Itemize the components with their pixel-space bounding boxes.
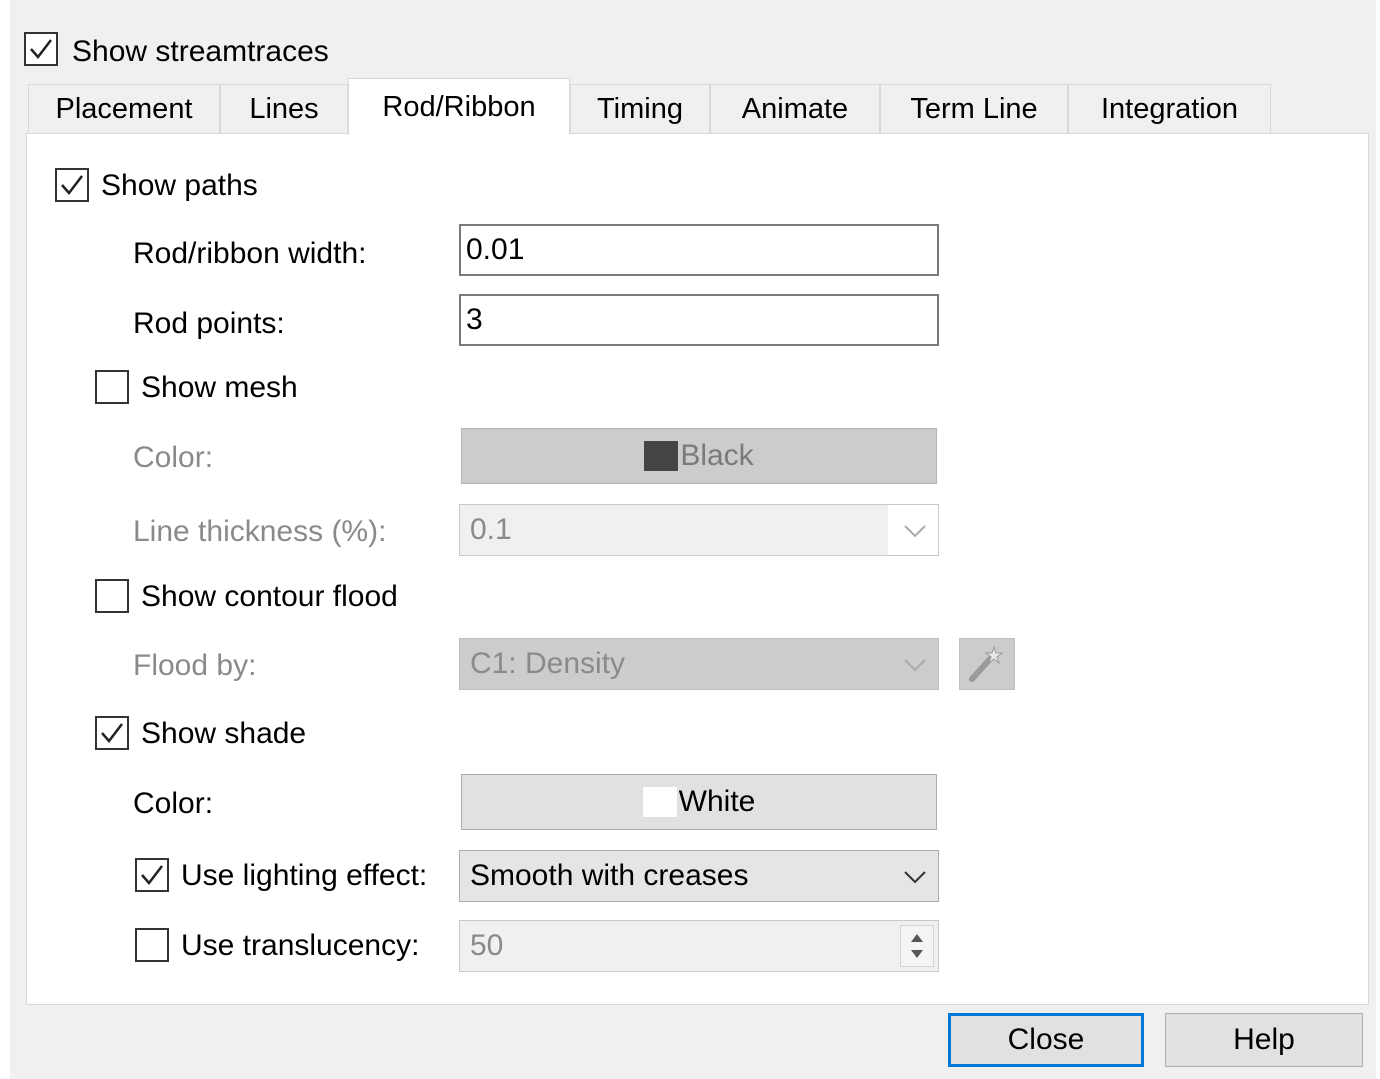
mesh-color-button[interactable]: Black (461, 428, 937, 484)
show-mesh-label: Show mesh (141, 371, 298, 404)
tab-lines[interactable]: Lines (220, 84, 348, 134)
up-down-arrows-icon (911, 934, 923, 958)
shade-color-label: Color: (133, 787, 214, 820)
use-lighting-effect-label: Use lighting effect: (181, 859, 428, 892)
color-swatch-black (644, 441, 679, 471)
show-streamtraces-label: Show streamtraces (72, 35, 329, 68)
tab-placement[interactable]: Placement (28, 84, 220, 134)
tab-integration[interactable]: Integration (1068, 84, 1271, 134)
flood-settings-button[interactable] (959, 638, 1015, 690)
show-contour-flood-checkbox[interactable] (95, 579, 129, 613)
show-contour-flood-label: Show contour flood (141, 580, 398, 613)
mesh-color-value: Black (680, 439, 754, 472)
line-thickness-label: Line thickness (%): (133, 515, 387, 548)
close-button[interactable]: Close (948, 1013, 1144, 1067)
spin-buttons[interactable] (900, 925, 934, 967)
shade-color-button[interactable]: White (461, 774, 937, 830)
mesh-color-label: Color: (133, 441, 214, 474)
use-translucency-checkbox[interactable] (135, 928, 169, 962)
flood-by-value: C1: Density (470, 647, 626, 680)
tab-term-line[interactable]: Term Line (880, 84, 1068, 134)
line-thickness-combo[interactable]: 0.1 (459, 504, 939, 556)
checkmark-icon (101, 723, 123, 743)
help-button[interactable]: Help (1165, 1013, 1363, 1067)
show-paths-checkbox[interactable] (55, 168, 89, 202)
translucency-spinbox[interactable]: 50 (459, 920, 939, 972)
checkmark-icon (30, 39, 52, 59)
tab-animate[interactable]: Animate (710, 84, 880, 134)
rod-ribbon-width-input[interactable]: 0.01 (459, 224, 939, 276)
tab-rod-ribbon[interactable]: Rod/Ribbon (348, 78, 570, 135)
magic-wand-icon (969, 645, 1004, 682)
line-thickness-value: 0.1 (470, 513, 512, 546)
chevron-down-icon (904, 871, 926, 884)
show-shade-checkbox[interactable] (95, 716, 129, 750)
streamtrace-dialog: Show streamtraces Placement Lines Rod/Ri… (0, 0, 1380, 1079)
show-streamtraces-checkbox[interactable] (24, 32, 58, 66)
show-paths-label: Show paths (101, 169, 258, 202)
use-translucency-label: Use translucency: (181, 929, 420, 962)
checkmark-icon (141, 865, 163, 885)
checkmark-icon (61, 175, 83, 195)
rod-ribbon-width-label: Rod/ribbon width: (133, 237, 367, 270)
chevron-down-icon (904, 659, 926, 672)
show-shade-label: Show shade (141, 717, 307, 750)
rod-points-label: Rod points: (133, 307, 285, 340)
shade-color-value: White (678, 785, 756, 818)
rod-points-input[interactable]: 3 (459, 294, 939, 346)
lighting-effect-combo[interactable]: Smooth with creases (459, 850, 939, 902)
tab-timing[interactable]: Timing (570, 84, 710, 134)
show-mesh-checkbox[interactable] (95, 370, 129, 404)
use-lighting-effect-checkbox[interactable] (135, 858, 169, 892)
translucency-value: 50 (470, 929, 504, 962)
flood-by-label: Flood by: (133, 649, 257, 682)
chevron-down-icon (904, 525, 926, 538)
color-swatch-white (642, 787, 677, 817)
lighting-effect-value: Smooth with creases (470, 859, 749, 892)
rod-ribbon-panel: Show paths Rod/ribbon width: 0.01 Rod po… (26, 133, 1369, 1005)
flood-by-combo[interactable]: C1: Density (459, 638, 939, 690)
